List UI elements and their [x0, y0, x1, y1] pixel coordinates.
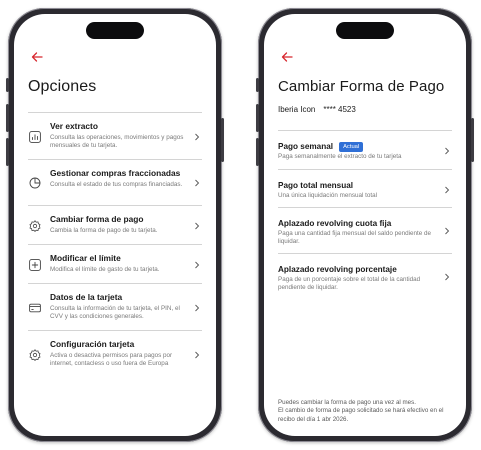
chevron-right-icon	[195, 133, 200, 141]
back-arrow-icon[interactable]	[280, 50, 294, 64]
item-title: Ver extracto	[50, 121, 98, 131]
option-description: Paga de un porcentaje sobre el total de …	[278, 276, 421, 292]
phone-volume-down-button	[256, 138, 259, 166]
chevron-right-icon	[195, 179, 200, 187]
item-title: Cambiar forma de pago	[50, 214, 144, 224]
option-title: Aplazado revolving cuota fija	[278, 219, 392, 228]
chevron-right-icon	[445, 147, 450, 155]
list-item-ver-extracto[interactable]: Ver extracto Consulta las operaciones, m…	[28, 113, 202, 160]
page-title: Cambiar Forma de Pago	[278, 78, 445, 95]
chevron-right-icon	[445, 186, 450, 194]
chevron-right-icon	[445, 273, 450, 281]
chevron-right-icon	[195, 351, 200, 359]
phone-side-button	[256, 78, 259, 92]
phone-volume-up-button	[256, 104, 259, 132]
dynamic-island	[336, 22, 394, 39]
item-description: Consulta la información de tu tarjeta, e…	[50, 305, 180, 321]
option-title: Pago semanal	[278, 142, 334, 151]
footer-line-effective-date: El cambio de forma de pago solicitado se…	[278, 407, 444, 423]
option-description: Una única liquidación mensual total	[278, 192, 378, 199]
phone-side-button	[6, 78, 9, 92]
footer-note: Puedes cambiar la forma de pago una vez …	[278, 399, 452, 424]
list-item-cambiar-forma-pago[interactable]: Cambiar forma de pago Cambia la forma de…	[28, 206, 202, 245]
chevron-right-icon	[195, 304, 200, 312]
phone-power-button	[471, 118, 474, 162]
chevron-right-icon	[445, 227, 450, 235]
option-pago-total-mensual[interactable]: Pago total mensual Una única liquidación…	[278, 170, 452, 208]
option-description: Paga semanalmente el extracto de tu tarj…	[278, 153, 402, 160]
chart-icon	[29, 131, 41, 143]
footer-line-frequency: Puedes cambiar la forma de pago una vez …	[278, 399, 416, 406]
option-title: Pago total mensual	[278, 181, 354, 190]
screen-cambiar-forma-pago: Cambiar Forma de Pago Iberia Icon **** 45…	[264, 14, 466, 436]
chevron-right-icon	[195, 261, 200, 269]
card-name: Iberia Icon	[278, 105, 316, 114]
screen-options: Opciones Ver extracto Consulta las opera…	[14, 14, 216, 436]
option-title: Aplazado revolving porcentaje	[278, 265, 397, 274]
item-title: Datos de la tarjeta	[50, 292, 123, 302]
item-description: Consulta las operaciones, movimientos y …	[50, 134, 184, 150]
pie-chart-icon	[29, 177, 41, 189]
item-description: Activa o desactiva permisos para pagos p…	[50, 352, 173, 368]
payment-options-list: Pago semanal Actual Paga semanalmente el …	[278, 130, 452, 300]
phone-power-button	[221, 118, 224, 162]
phone-frame-left: Opciones Ver extracto Consulta las opera…	[6, 8, 224, 442]
settings-gear-icon	[29, 220, 41, 232]
list-item-modificar-limite[interactable]: Modificar el límite Modifica el límite d…	[28, 245, 202, 284]
option-revolving-porcentaje[interactable]: Aplazado revolving porcentaje Paga de un…	[278, 254, 452, 300]
card-number-mask: **** 4523	[323, 105, 356, 114]
list-item-gestionar-compras[interactable]: Gestionar compras fraccionadas Consulta …	[28, 160, 202, 206]
phone-volume-up-button	[6, 104, 9, 132]
card-identifier: Iberia Icon **** 4523	[278, 105, 356, 114]
option-revolving-cuota-fija[interactable]: Aplazado revolving cuota fija Paga una c…	[278, 208, 452, 254]
item-description: Cambia la forma de pago de tu tarjeta.	[50, 227, 158, 234]
current-badge: Actual	[339, 142, 364, 152]
option-pago-semanal[interactable]: Pago semanal Actual Paga semanalmente el …	[278, 131, 452, 170]
page-title: Opciones	[28, 78, 97, 95]
dynamic-island	[86, 22, 144, 39]
chevron-right-icon	[195, 222, 200, 230]
option-description: Paga una cantidad fija mensual del saldo…	[278, 230, 431, 246]
item-title: Modificar el límite	[50, 253, 121, 263]
options-list: Ver extracto Consulta las operaciones, m…	[28, 112, 202, 378]
list-item-configuracion-tarjeta[interactable]: Configuración tarjeta Activa o desactiva…	[28, 331, 202, 378]
item-title: Configuración tarjeta	[50, 339, 135, 349]
credit-card-icon	[29, 303, 41, 313]
phone-frame-right: Cambiar Forma de Pago Iberia Icon **** 45…	[256, 8, 474, 442]
plus-square-icon	[29, 259, 41, 271]
item-description: Consulta el estado de tus compras financ…	[50, 181, 183, 188]
back-arrow-icon[interactable]	[30, 50, 44, 64]
phone-volume-down-button	[6, 138, 9, 166]
item-title: Gestionar compras fraccionadas	[50, 168, 181, 178]
list-item-datos-tarjeta[interactable]: Datos de la tarjeta Consulta la informac…	[28, 284, 202, 331]
item-description: Modifica el límite de gasto de tu tarjet…	[50, 266, 160, 273]
gear-icon	[29, 349, 41, 361]
